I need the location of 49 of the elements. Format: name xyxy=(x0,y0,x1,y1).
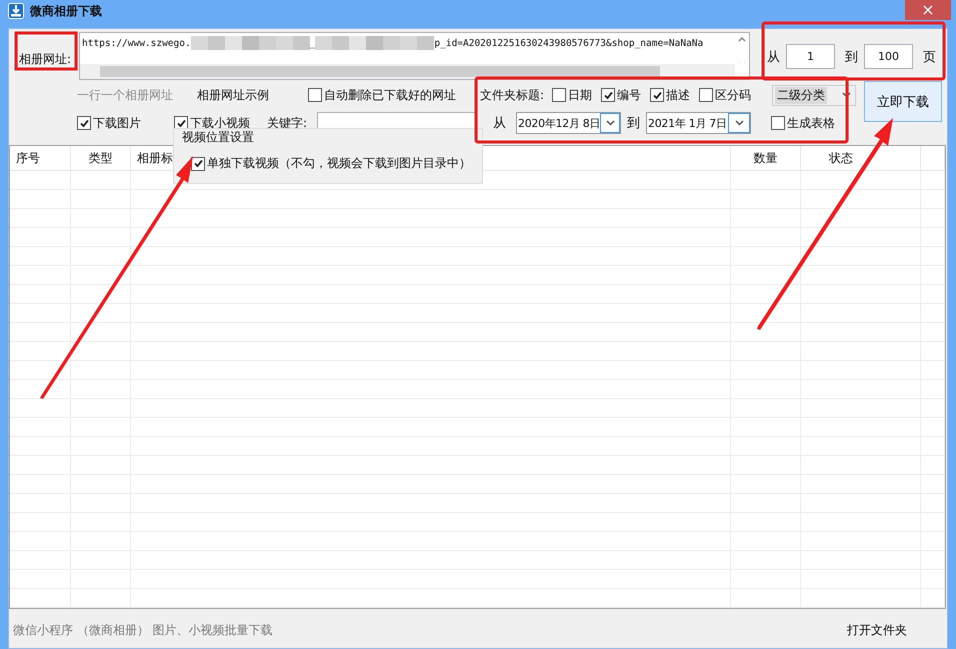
group-title: 视频位置设置 xyxy=(182,129,254,146)
category-dropdown[interactable]: 二级分类 xyxy=(772,84,856,106)
checkbox[interactable] xyxy=(552,88,566,102)
column-header[interactable]: 序号 xyxy=(10,146,71,170)
checkbox[interactable] xyxy=(191,156,205,170)
open-folder-button[interactable]: 打开文件夹 xyxy=(843,620,911,641)
column-header[interactable]: 类型 xyxy=(71,146,131,170)
date-picker[interactable]: 2021年 1月 7日 xyxy=(646,112,751,134)
page-field[interactable]: 100 xyxy=(864,44,913,69)
checkbox[interactable] xyxy=(771,116,785,130)
checkbox[interactable] xyxy=(699,88,713,102)
label: 页 xyxy=(923,48,936,66)
caret-icon xyxy=(606,120,615,126)
date-picker[interactable]: 2020年12月 8日 xyxy=(516,112,621,134)
checkbox-label: 生成表格 xyxy=(787,114,835,132)
caret-icon xyxy=(734,120,744,126)
checkbox-label: 日期 xyxy=(568,86,592,104)
checkbox-label: 描述 xyxy=(666,86,690,104)
url-text: p_id=A202012251630243980576773&shop_name=NaNaNa xyxy=(434,38,704,48)
checkbox[interactable] xyxy=(601,88,615,102)
checkbox-label: 下载小视频 xyxy=(190,114,250,131)
caret-icon xyxy=(842,92,851,98)
checkbox[interactable] xyxy=(308,88,322,102)
checkbox-label: 下载图片 xyxy=(93,114,141,132)
download-icon xyxy=(8,3,24,19)
url-text: https://www.szwego. xyxy=(82,38,191,48)
highlight-box xyxy=(14,32,78,70)
close-button[interactable]: × xyxy=(905,0,951,20)
label: 到 xyxy=(845,48,858,66)
label: 到 xyxy=(627,115,640,132)
label: 从 xyxy=(767,48,780,66)
footer-text: 微信小程序 （微商相册） 图片、小视频批量下载 xyxy=(13,622,273,639)
checkbox-label: 单独下载视频（不勾，视频会下载到图片目录中） xyxy=(207,155,471,172)
checkbox-label: 自动删除已下载好的网址 xyxy=(324,86,456,104)
scrollbar[interactable] xyxy=(80,64,735,79)
checkbox-label: 区分码 xyxy=(715,86,751,104)
field-label: 关键字: xyxy=(267,114,308,132)
example-link[interactable]: 相册网址示例 xyxy=(197,86,308,104)
field-label: 相册网址: xyxy=(19,51,72,68)
checkbox[interactable] xyxy=(650,88,664,102)
column-header[interactable]: 数量 xyxy=(731,146,801,170)
download-button[interactable]: 立即下载 xyxy=(864,81,942,122)
hint-text: 一行一个相册网址 xyxy=(77,86,174,104)
page-field[interactable]: 1 xyxy=(786,44,835,69)
checkbox[interactable] xyxy=(77,116,91,130)
checkbox-label: 编号 xyxy=(617,86,641,104)
label: 从 xyxy=(493,115,506,132)
field-label: 文件夹标题: xyxy=(480,86,546,104)
window-title: 微商相册下载 xyxy=(30,2,102,20)
